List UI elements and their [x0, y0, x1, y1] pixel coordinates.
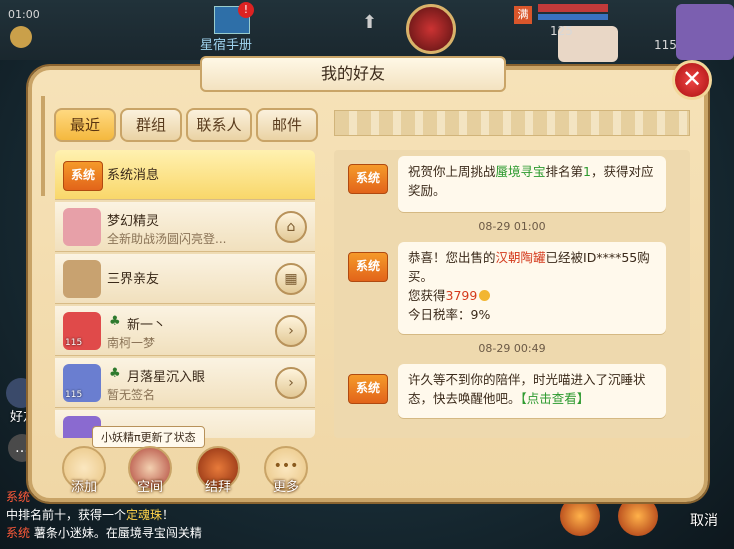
list-item-name: 系统消息 — [107, 168, 160, 183]
skill-fire-icon[interactable] — [560, 496, 600, 536]
notification-badge: ! — [238, 2, 254, 18]
clover-icon: ♣ — [109, 366, 121, 381]
skill-flame-icon[interactable] — [618, 496, 658, 536]
spirit-avatar — [63, 208, 101, 246]
book-icon[interactable]: ▦ — [275, 263, 307, 295]
realms-avatar — [63, 260, 101, 298]
list-item-dream-spirit[interactable]: 梦幻精灵 全新助战汤圆闪亮登... ⌂ — [55, 202, 315, 252]
system-badge-icon: 系统 — [63, 161, 103, 191]
hud-clock: 01:00 — [8, 8, 40, 21]
pet-level: 125 — [550, 24, 573, 38]
faction-emblem-icon[interactable] — [406, 4, 456, 54]
list-item-subtitle: 南柯一梦 — [107, 336, 156, 350]
coin-icon — [479, 290, 491, 301]
system-badge-icon: 系统 — [348, 374, 388, 404]
cancel-button[interactable]: 取消 — [690, 510, 718, 530]
list-item-system-messages[interactable]: 系统 系统消息 — [55, 150, 315, 200]
list-item-friend-moon[interactable]: 115 ♣ 月落星沉入眼 暂无签名 › — [55, 358, 315, 408]
chevron-right-icon[interactable]: › — [275, 315, 307, 347]
decorative-pattern-strip — [334, 110, 690, 136]
list-item-name: 梦幻精灵 — [107, 214, 160, 229]
list-item-name: 三界亲友 — [107, 272, 160, 287]
clover-icon: ♣ — [109, 314, 121, 329]
system-badge-icon: 系统 — [348, 164, 388, 194]
tab-groups[interactable]: 群组 — [120, 108, 182, 142]
chat-line: 系统 — [6, 490, 31, 504]
system-badge-icon: 系统 — [348, 252, 388, 282]
message-bubble: 恭喜！您出售的汉朝陶罐已经被ID****55购买。 您获得3799 今日税率：9… — [398, 242, 666, 334]
mp-bar — [538, 14, 608, 20]
full-tag: 满 — [514, 6, 532, 24]
list-item-name: 新一丶 — [127, 318, 167, 333]
list-item-subtitle: 全新助战汤圆闪亮登... — [107, 232, 227, 246]
friend-level: 115 — [65, 338, 83, 348]
tab-recent[interactable]: 最近 — [54, 108, 116, 142]
list-item-friend-xinyi[interactable]: 115 ♣ 新一丶 南柯一梦 › — [55, 306, 315, 356]
message-panel: 系统 祝贺你上周挑战蜃境寻宝排名第1，获得对应奖励。 08-29 01:00 系… — [334, 150, 690, 438]
player-avatar[interactable] — [676, 4, 734, 60]
player-level: 115 — [654, 38, 677, 52]
star-manual-label[interactable]: 星宿手册 — [200, 34, 252, 53]
chat-strip: 系统 中排名前十，获得一个定魂珠！ 系统 薯条小迷妹。在蜃境寻宝闯关精 — [0, 486, 560, 549]
menu-toggle-icon[interactable] — [10, 26, 32, 48]
home-icon[interactable]: ⌂ — [275, 211, 307, 243]
tab-mail[interactable]: 邮件 — [256, 108, 318, 142]
list-item-name: 月落星沉入眼 — [127, 370, 206, 385]
view-link[interactable]: 【点击查看】 — [521, 391, 590, 406]
tab-contacts[interactable]: 联系人 — [186, 108, 252, 142]
message-timestamp: 08-29 00:49 — [478, 342, 546, 355]
friend-level: 115 — [65, 390, 83, 400]
message-bubble: 许久等不到你的陪伴，时光喵进入了沉睡状态，快去唤醒他吧。【点击查看】 — [398, 364, 666, 418]
list-item-subtitle: 暂无签名 — [107, 388, 156, 402]
message-bubble: 祝贺你上周挑战蜃境寻宝排名第1，获得对应奖励。 — [398, 156, 666, 212]
hp-bar — [538, 4, 608, 12]
close-button[interactable]: ✕ — [672, 60, 712, 100]
status-tooltip: 小妖精π更新了状态 — [92, 426, 205, 448]
chevron-right-icon[interactable]: › — [275, 367, 307, 399]
up-arrow-icon[interactable]: ⬆ — [362, 12, 382, 38]
chat-line: 系统 薯条小迷妹。在蜃境寻宝闯关精 — [6, 526, 202, 540]
dialog-title: 我的好友 — [200, 56, 506, 92]
chat-line: 中排名前十，获得一个定魂珠！ — [6, 508, 175, 522]
list-item-three-realms-friends[interactable]: 三界亲友 ▦ — [55, 254, 315, 304]
message-timestamp: 08-29 01:00 — [478, 220, 546, 233]
tassel-ornament-icon — [38, 96, 48, 196]
friend-list: 系统 系统消息 梦幻精灵 全新助战汤圆闪亮登... ⌂ 三界亲友 ▦ 115 ♣… — [55, 150, 315, 438]
